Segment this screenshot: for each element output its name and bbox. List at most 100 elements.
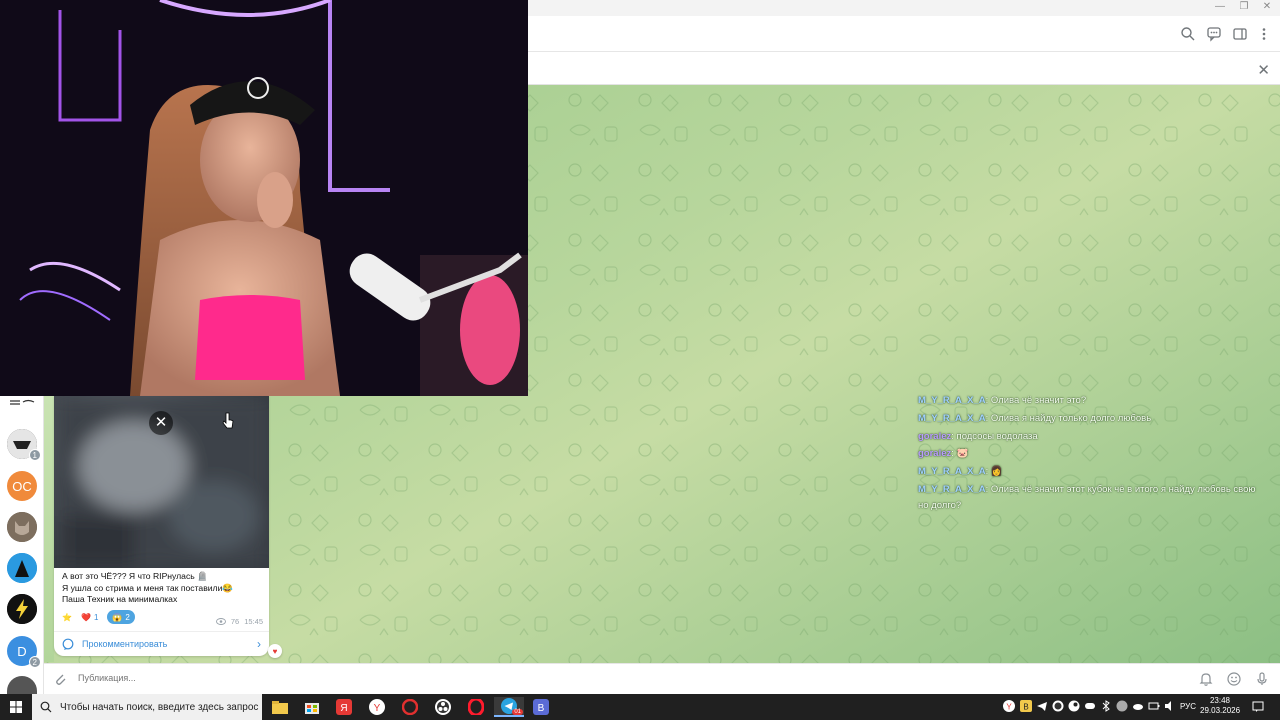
reaction-count: 1	[93, 612, 99, 622]
more-menu-icon[interactable]	[1256, 26, 1272, 42]
heart-reaction-icon[interactable]: ♥	[268, 644, 282, 658]
close-window-icon[interactable]: ✕	[1259, 1, 1275, 12]
close-icon[interactable]: ✕	[1257, 61, 1270, 79]
chat-avatar[interactable]: OC	[7, 471, 37, 501]
search-icon	[40, 701, 52, 713]
mouse-cursor-icon	[222, 412, 234, 429]
overlay-username: goralez	[918, 430, 952, 442]
volume-tray-icon[interactable]	[1164, 700, 1176, 712]
post-video[interactable]: ✕	[54, 396, 269, 568]
overlay-message: M_Y_R_A_X_A: 👩	[918, 466, 1003, 478]
svg-text:В: В	[1023, 703, 1028, 712]
obs-tray-icon[interactable]	[1052, 700, 1064, 712]
input-language[interactable]: РУС	[1180, 702, 1196, 711]
bluetooth-tray-icon[interactable]	[1100, 700, 1112, 712]
windows-start-icon[interactable]	[10, 701, 22, 713]
svg-text:Я: Я	[340, 703, 347, 714]
steam-icon[interactable]	[1116, 700, 1128, 712]
microphone-icon[interactable]	[1254, 671, 1270, 687]
cloud-tray-icon[interactable]	[1132, 700, 1144, 712]
chevron-right-icon: ›	[257, 637, 261, 651]
comment-icon	[62, 638, 74, 650]
notification-center-icon[interactable]	[1252, 701, 1264, 713]
avatar-initials: OC	[12, 478, 32, 494]
restore-icon[interactable]: ❐	[1236, 1, 1252, 12]
chat-avatar[interactable]	[7, 594, 37, 624]
chat-avatar[interactable]	[7, 676, 37, 694]
message-input[interactable]	[78, 673, 578, 683]
webcam-overlay	[0, 0, 528, 396]
overlay-emoji: 🐷	[956, 448, 969, 460]
avatar-initials: D	[17, 643, 27, 659]
obs-icon[interactable]	[428, 697, 458, 717]
opera-icon[interactable]	[461, 697, 491, 717]
emoji-icon[interactable]	[1226, 671, 1242, 687]
clock-time: 23:48	[1209, 696, 1231, 705]
vk-tray-icon[interactable]: В	[1020, 700, 1032, 712]
yandex-browser-icon[interactable]: Y	[362, 697, 392, 717]
gamepad-tray-icon[interactable]	[1084, 700, 1096, 712]
vk-icon[interactable]: В	[526, 697, 556, 717]
scream-reaction[interactable]: 😱 2	[107, 610, 135, 624]
taskbar-search-box[interactable]: Чтобы начать поиск, введите здесь запрос	[32, 694, 262, 720]
overlay-username: M_Y_R_A_X_A	[918, 412, 986, 424]
windows-taskbar: Чтобы начать поиск, введите здесь запрос…	[0, 694, 1280, 720]
scream-icon: 😱	[112, 612, 123, 622]
telegram-icon[interactable]: 01	[494, 697, 524, 717]
heart-reaction[interactable]: ❤️ 1	[76, 610, 103, 624]
overlay-emoji: 👩	[990, 466, 1003, 478]
lightning-avatar-icon	[7, 594, 37, 624]
discussion-icon[interactable]	[1206, 26, 1222, 42]
reactions-bar: ⭐ ❤️ 1 😱 2	[62, 610, 135, 624]
search-icon[interactable]	[1180, 26, 1196, 42]
eye-icon	[215, 618, 226, 625]
svg-text:Y: Y	[374, 703, 381, 714]
unread-badge: 2	[28, 656, 41, 668]
battery-tray-icon[interactable]	[1148, 700, 1160, 712]
post-meta: 76 15:45	[215, 617, 263, 626]
search-placeholder: Чтобы начать поиск, введите здесь запрос	[60, 701, 259, 713]
attach-icon[interactable]	[52, 671, 68, 687]
streamer-video	[0, 0, 528, 396]
chat-avatar[interactable]: 1	[7, 429, 41, 461]
svg-text:Y: Y	[1006, 703, 1012, 712]
taskbar-clock[interactable]: 23:48 29.03.2026	[1200, 696, 1240, 716]
chat-avatar[interactable]	[7, 553, 37, 583]
post-line: Паша Техник на минималках	[62, 594, 178, 604]
wolf-avatar-icon	[7, 512, 37, 542]
view-count: 76	[230, 617, 240, 626]
overlay-text-continuation: но долго?	[918, 499, 962, 511]
stream-chat-overlay: M_Y_R_A_X_A: Олива чё значит это? M_Y_R_…	[918, 393, 1280, 516]
overlay-username: M_Y_R_A_X_A	[918, 466, 986, 478]
telegram-tray-icon[interactable]	[1036, 700, 1048, 712]
sidebar-edge	[44, 396, 54, 662]
channel-post: ✕ А вот это ЧЁ??? Я что RIPнулась 🪦 Я уш…	[54, 396, 269, 656]
clock-date: 29.03.2026	[1200, 706, 1241, 715]
menu-icon[interactable]	[8, 398, 36, 408]
chat-avatar[interactable]: D 2	[7, 636, 41, 668]
yandex-music-icon[interactable]: Я	[329, 697, 359, 717]
opera-gx-icon[interactable]	[395, 697, 425, 717]
chat-avatar[interactable]	[7, 512, 37, 542]
overlay-username: goralez	[918, 448, 952, 460]
star-reaction[interactable]: ⭐	[62, 610, 72, 624]
yandex-tray-icon[interactable]: Y	[1003, 700, 1015, 712]
overlay-message: M_Y_R_A_X_A: Олива чё значит это?	[918, 395, 1087, 406]
sidebar-toggle-icon[interactable]	[1232, 26, 1248, 42]
telegram-unread-badge: 01	[512, 709, 523, 715]
store-icon[interactable]	[297, 697, 327, 717]
overlay-text: Олива чё значит это?	[990, 395, 1087, 406]
post-text: А вот это ЧЁ??? Я что RIPнулась 🪦 Я ушла…	[62, 571, 265, 606]
close-video-button[interactable]: ✕	[149, 411, 173, 435]
hooded-avatar-icon	[7, 553, 37, 583]
star-icon: ⭐	[62, 612, 72, 622]
post-line: А вот это ЧЁ??? Я что RIPнулась 🪦	[62, 571, 208, 581]
overlay-username: M_Y_R_A_X_A	[918, 483, 986, 495]
file-explorer-icon[interactable]	[265, 697, 295, 717]
steam-tray-icon[interactable]	[1068, 700, 1080, 712]
overlay-message: goralez: подсосы водолаза	[918, 430, 1038, 442]
notifications-bell-icon[interactable]	[1198, 671, 1214, 687]
minimize-icon[interactable]: —	[1212, 1, 1228, 12]
reaction-count: 2	[125, 612, 130, 622]
comment-button[interactable]: Прокомментировать ›	[54, 631, 269, 656]
